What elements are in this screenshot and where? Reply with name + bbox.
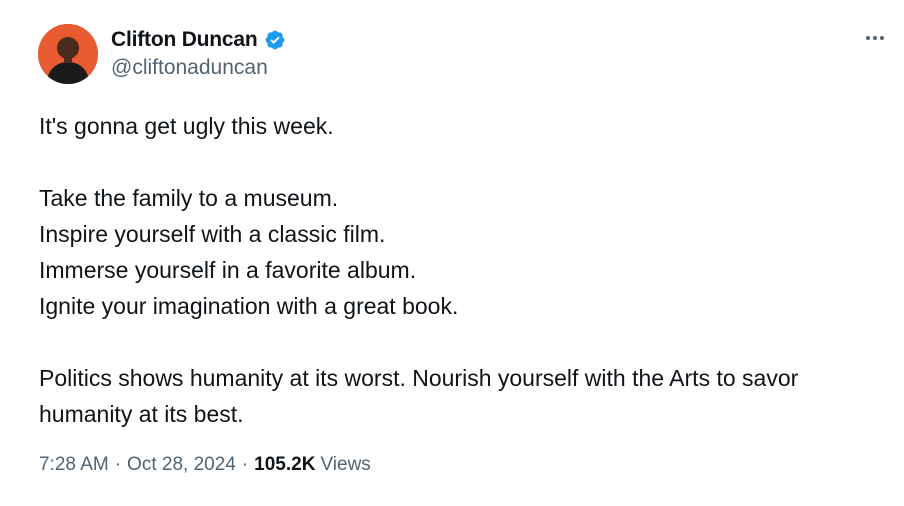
tweet-line: Politics shows humanity at its worst. No… [39, 365, 799, 427]
tweet-line: Inspire yourself with a classic film. [39, 221, 386, 247]
tweet-time[interactable]: 7:28 AM [39, 454, 109, 476]
tweet-line: Ignite your imagination with a great boo… [39, 293, 459, 319]
meta-separator: · [241, 454, 249, 475]
tweet-card: Clifton Duncan @cliftonaduncan It's gonn… [0, 0, 904, 506]
more-horizontal-icon[interactable] [860, 26, 890, 50]
author-name-row: Clifton Duncan [111, 26, 286, 54]
tweet-line: Immerse yourself in a favorite album. [39, 257, 417, 283]
meta-separator: · [114, 454, 122, 475]
tweet-date[interactable]: Oct 28, 2024 [127, 454, 236, 476]
author-handle[interactable]: @cliftonaduncan [111, 56, 268, 80]
tweet-line: Take the family to a museum. [39, 185, 339, 211]
tweet-text: It's gonna get ugly this week. Take the … [39, 108, 879, 432]
views-count: 105.2K [254, 454, 316, 475]
verified-badge-icon [264, 29, 286, 51]
author-display-name[interactable]: Clifton Duncan [111, 28, 258, 52]
avatar-image [38, 24, 98, 84]
tweet-line: It's gonna get ugly this week. [39, 113, 334, 139]
avatar[interactable] [38, 24, 98, 84]
tweet-meta: 7:28 AM · Oct 28, 2024 · 105.2K Views [39, 454, 371, 476]
views-label: Views [320, 454, 371, 475]
